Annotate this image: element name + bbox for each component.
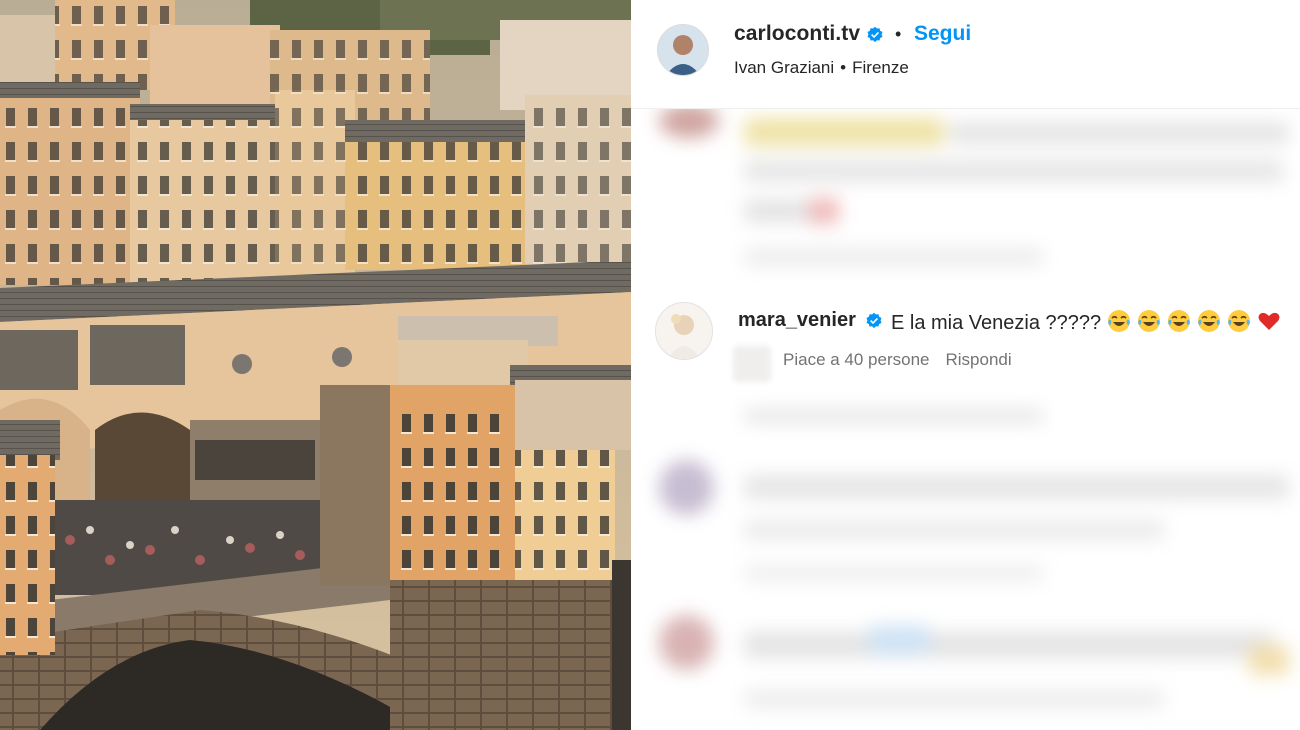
blurred-like-icon xyxy=(733,346,771,382)
comment-item: mara_venier E la mia Venezia ????? Piace… xyxy=(631,296,1300,386)
audio-link[interactable]: Ivan Graziani xyxy=(734,58,834,77)
blurred-comment-top xyxy=(649,98,1299,283)
header-separator: • xyxy=(895,24,902,44)
blurred-text-line xyxy=(744,632,1274,658)
blurred-emoji xyxy=(869,625,929,655)
comment-meta: Piace a 40 persone Rispondi xyxy=(783,350,1012,370)
tears-of-joy-icon xyxy=(1168,310,1191,332)
comment-text: E la mia Venezia ????? xyxy=(891,309,1281,335)
blurred-emoji xyxy=(809,198,839,224)
blurred-avatar xyxy=(659,460,714,515)
blurred-text-line xyxy=(744,408,1044,424)
comment-body: E la mia Venezia ????? xyxy=(891,312,1102,334)
verified-badge-icon xyxy=(866,312,882,329)
follow-button[interactable]: Segui xyxy=(914,22,971,46)
blurred-avatar xyxy=(659,615,714,670)
blurred-emoji xyxy=(1249,645,1289,675)
blurred-text-line xyxy=(949,122,1289,144)
verified-badge-icon xyxy=(867,26,883,43)
author-avatar[interactable] xyxy=(657,24,709,76)
commenter-avatar-image xyxy=(656,303,712,359)
comment-likes[interactable]: Piace a 40 persone xyxy=(783,350,930,369)
tears-of-joy-icon xyxy=(1198,310,1221,332)
commenter-avatar[interactable] xyxy=(655,302,713,360)
blurred-meta xyxy=(744,690,1164,708)
tears-of-joy-icon xyxy=(1108,310,1131,332)
tears-of-joy-icon xyxy=(1228,310,1251,332)
blurred-text-line xyxy=(744,160,1284,182)
author-username[interactable]: carloconti.tv xyxy=(734,22,860,46)
subline-separator: • xyxy=(840,58,847,77)
post-header: carloconti.tv • Segui Ivan Graziani • Fire… xyxy=(631,0,1300,109)
blurred-avatar xyxy=(659,104,719,138)
tears-of-joy-icon xyxy=(1138,310,1161,332)
blurred-text-line xyxy=(744,475,1289,499)
blurred-meta xyxy=(744,565,1044,581)
commenter-username[interactable]: mara_venier xyxy=(738,309,856,332)
ponte-vecchio-photo xyxy=(0,0,631,730)
location-link[interactable]: Firenze xyxy=(852,58,909,77)
reply-button[interactable]: Rispondi xyxy=(946,350,1012,369)
blurred-comments-bottom xyxy=(649,400,1299,730)
blurred-username xyxy=(744,118,944,146)
blurred-meta xyxy=(744,248,1044,266)
photo-illustration xyxy=(0,0,631,730)
author-avatar-image xyxy=(658,25,708,75)
red-heart-icon xyxy=(1258,312,1280,330)
post-sidebar: carloconti.tv • Segui Ivan Graziani • Fire… xyxy=(631,0,1300,730)
post-subline: Ivan Graziani • Firenze xyxy=(734,58,909,78)
blurred-text-line xyxy=(744,520,1164,540)
